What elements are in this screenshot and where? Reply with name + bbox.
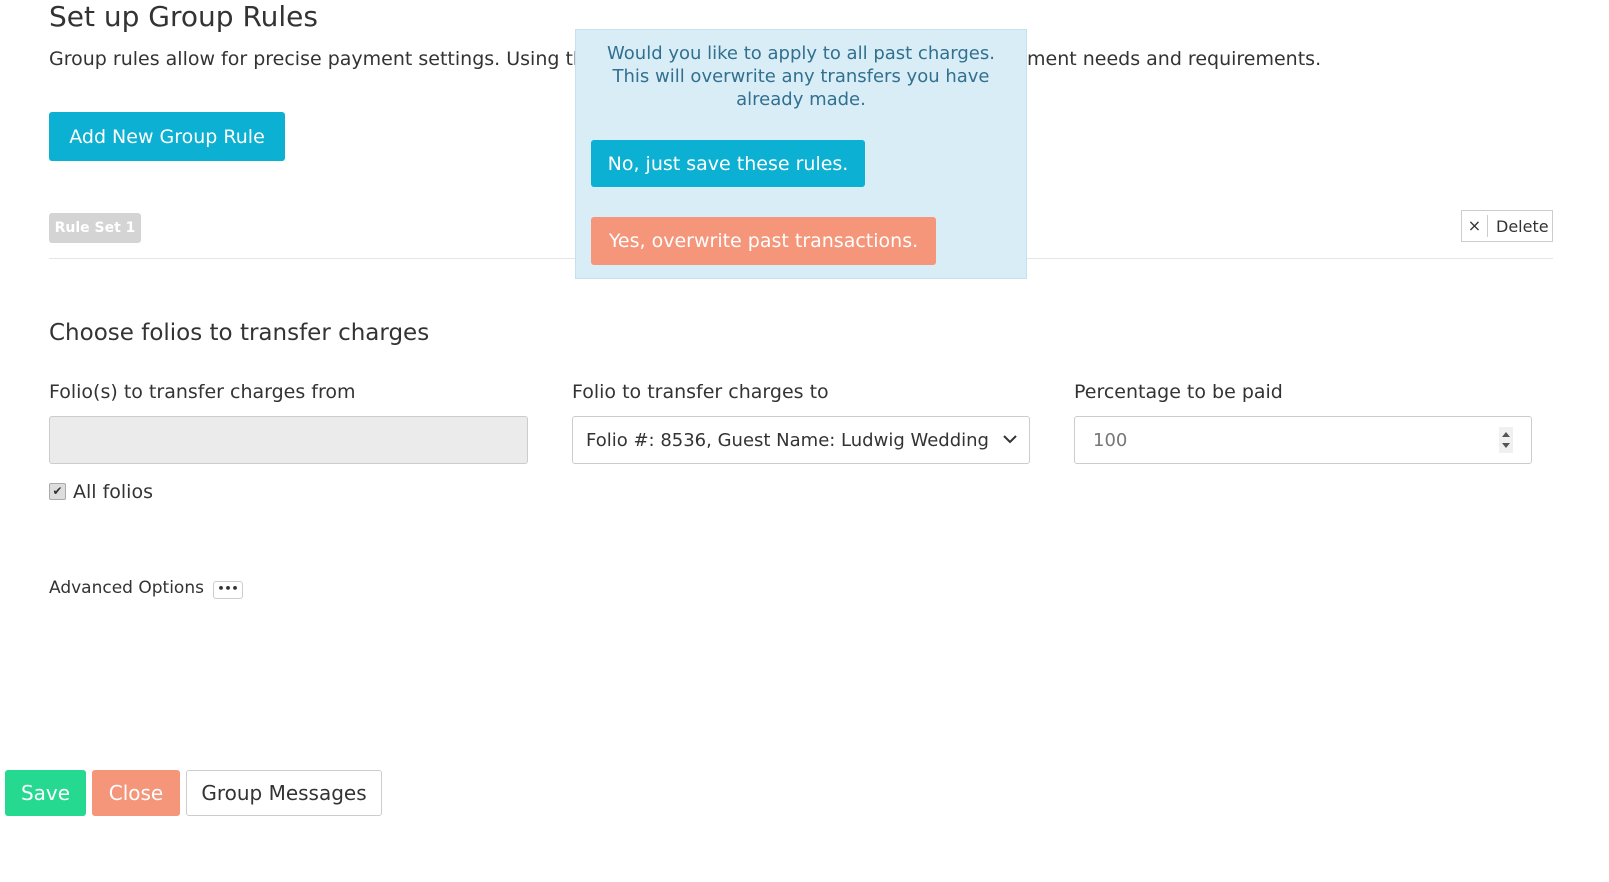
close-icon: × (1462, 215, 1488, 237)
advanced-options-button[interactable]: ••• (213, 581, 243, 599)
save-button[interactable]: Save (5, 770, 86, 816)
popover-message: Would you like to apply to all past char… (607, 43, 995, 110)
delete-rule-set-button[interactable]: × Delete (1461, 210, 1553, 242)
from-label: Folio(s) to transfer charges from (49, 381, 356, 403)
spinner-arrows-icon[interactable] (1499, 427, 1513, 453)
folio-to-value: Folio #: 8536, Guest Name: Ludwig Weddin… (586, 429, 989, 451)
all-folios-label: All folios (73, 481, 153, 503)
to-label: Folio to transfer charges to (572, 381, 829, 403)
no-just-save-button[interactable]: No, just save these rules. (591, 140, 865, 187)
all-folios-checkbox[interactable]: ✔ (49, 483, 66, 500)
group-messages-button[interactable]: Group Messages (186, 770, 382, 816)
folio-to-select[interactable]: Folio #: 8536, Guest Name: Ludwig Weddin… (572, 416, 1030, 464)
page-title: Set up Group Rules (49, 0, 318, 33)
page-description-end: ment needs and requirements. (1027, 48, 1322, 70)
folios-heading: Choose folios to transfer charges (49, 320, 430, 346)
percentage-value: 100 (1093, 429, 1128, 451)
close-button[interactable]: Close (92, 770, 180, 816)
page-description-start: Group rules allow for precise payment se… (49, 48, 585, 70)
advanced-options-label: Advanced Options (49, 578, 204, 598)
percent-label: Percentage to be paid (1074, 381, 1283, 403)
rule-set-badge: Rule Set 1 (49, 213, 141, 243)
add-new-group-rule-button[interactable]: Add New Group Rule (49, 112, 285, 161)
delete-label: Delete (1496, 216, 1549, 236)
yes-overwrite-button[interactable]: Yes, overwrite past transactions. (591, 217, 936, 265)
chevron-down-icon (1003, 435, 1017, 444)
apply-past-charges-popover: Would you like to apply to all past char… (575, 29, 1027, 279)
percentage-input[interactable]: 100 (1074, 416, 1532, 464)
folios-from-input[interactable] (49, 416, 528, 464)
